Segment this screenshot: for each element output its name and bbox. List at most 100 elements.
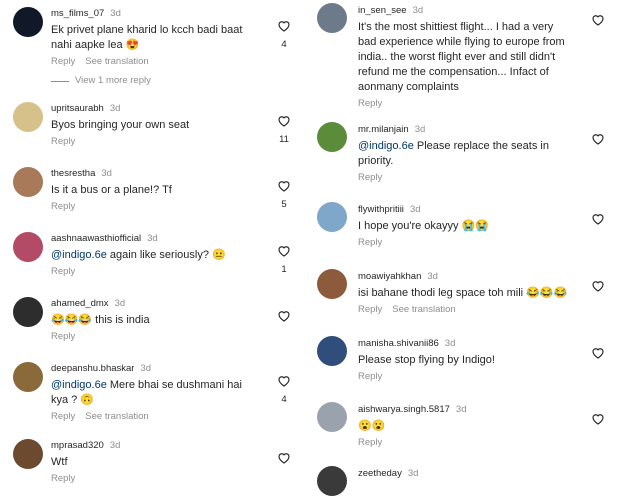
avatar[interactable]	[13, 167, 43, 197]
comment-line-text: Please replace the seats in	[416, 140, 549, 152]
avatar[interactable]	[317, 122, 347, 152]
username-text[interactable]: manisha.shivanii86	[358, 338, 439, 349]
comment-line: bad experience while flying to europe fr…	[358, 35, 588, 50]
heart-outline-icon[interactable]	[591, 132, 605, 145]
username-text[interactable]: ms_films_07	[51, 8, 104, 19]
timestamp: 3d	[409, 204, 421, 215]
comment-username[interactable]: zeetheday 3d	[358, 468, 418, 479]
username-text[interactable]: thesrestha	[51, 168, 95, 179]
username-text[interactable]: aishwarya.singh.5817	[358, 404, 450, 415]
comment-username[interactable]: manisha.shivanii86 3d	[358, 338, 455, 349]
reply-button[interactable]: Reply	[51, 136, 75, 147]
see-translation-button[interactable]: See translation	[85, 56, 148, 67]
username-text[interactable]: mprasad320	[51, 440, 104, 451]
comment-line: @indigo.6e Mere bhai se dushmani hai	[51, 378, 266, 393]
username-text[interactable]: zeetheday	[358, 468, 402, 479]
comment-username[interactable]: deepanshu.bhaskar 3d	[51, 363, 151, 374]
comment-username[interactable]: moawiyahkhan 3d	[358, 271, 438, 282]
reply-button[interactable]: Reply	[51, 473, 75, 484]
heart-outline-icon[interactable]	[277, 309, 291, 322]
comment-line-text: I hope you're okayyy 😭😭	[358, 220, 489, 232]
reply-button[interactable]: Reply	[358, 237, 382, 248]
comment-actions: Reply	[51, 201, 75, 212]
username-text[interactable]: flywithpritiii	[358, 204, 404, 215]
reply-button[interactable]: Reply	[51, 266, 75, 277]
comment-line-text: 😂😂😂 this is india	[51, 314, 150, 326]
reply-button[interactable]: Reply	[51, 201, 75, 212]
avatar[interactable]	[13, 7, 43, 37]
comment-username[interactable]: flywithpritiii 3d	[358, 204, 421, 215]
avatar[interactable]	[13, 439, 43, 469]
comment-line-text: Is it a bus or a plane!? Tf	[51, 184, 172, 196]
heart-outline-icon[interactable]	[277, 374, 291, 387]
timestamp: 3d	[109, 103, 121, 114]
comment-line: @indigo.6e again like seriously? 😐	[51, 248, 266, 263]
view-more-replies-button[interactable]: View 1 more reply	[75, 75, 151, 86]
avatar[interactable]	[13, 102, 43, 132]
timestamp: 3d	[412, 5, 424, 16]
avatar[interactable]	[317, 269, 347, 299]
comment-username[interactable]: in_sen_see 3d	[358, 5, 423, 16]
like-count: 1	[281, 264, 287, 275]
see-translation-button[interactable]: See translation	[392, 304, 455, 315]
timestamp: 3d	[109, 440, 121, 451]
comment-line-text: bad experience while flying to europe fr…	[358, 36, 565, 48]
comment-username[interactable]: mprasad320 3d	[51, 440, 120, 451]
avatar[interactable]	[13, 362, 43, 392]
comment-text: It's the most shittiest flight... I had …	[358, 20, 588, 95]
reply-button[interactable]: Reply	[358, 437, 382, 448]
timestamp: 3d	[101, 168, 112, 179]
heart-outline-icon[interactable]	[277, 179, 291, 192]
comment-actions: Reply See translation	[358, 304, 456, 315]
avatar[interactable]	[13, 297, 43, 327]
avatar[interactable]	[317, 3, 347, 33]
avatar[interactable]	[317, 466, 347, 496]
username-text[interactable]: deepanshu.bhaskar	[51, 363, 134, 374]
heart-outline-icon[interactable]	[591, 279, 605, 292]
heart-outline-icon[interactable]	[277, 114, 291, 127]
reply-button[interactable]: Reply	[358, 98, 382, 109]
username-text[interactable]: in_sen_see	[358, 5, 407, 16]
heart-outline-icon[interactable]	[591, 346, 605, 359]
username-text[interactable]: moawiyahkhan	[358, 271, 421, 282]
comment-text: Is it a bus or a plane!? Tf	[51, 183, 266, 198]
comment-line: 😮😮	[358, 419, 588, 434]
avatar[interactable]	[317, 336, 347, 366]
like-count: 4	[281, 394, 287, 405]
heart-outline-icon[interactable]	[277, 244, 291, 257]
mention-link[interactable]: @indigo.6e	[51, 249, 107, 261]
heart-outline-icon[interactable]	[277, 451, 291, 464]
comment-username[interactable]: mr.milanjain 3d	[358, 124, 425, 135]
heart-outline-icon[interactable]	[591, 212, 605, 225]
mention-link[interactable]: @indigo.6e	[358, 140, 414, 152]
username-text[interactable]: ahamed_dmx	[51, 298, 109, 309]
avatar[interactable]	[317, 202, 347, 232]
reply-button[interactable]: Reply	[358, 172, 382, 183]
username-text[interactable]: aashnaawasthiofficial	[51, 233, 141, 244]
reply-button[interactable]: Reply	[51, 56, 75, 67]
comment-username[interactable]: ms_films_07 3d	[51, 8, 121, 19]
comment-actions: Reply	[358, 371, 382, 382]
reply-button[interactable]: Reply	[51, 411, 75, 422]
heart-outline-icon[interactable]	[591, 13, 605, 26]
comment-username[interactable]: aashnaawasthiofficial 3d	[51, 233, 158, 244]
reply-button[interactable]: Reply	[358, 304, 382, 315]
comment-line-text: Ek privet plane kharid lo kcch badi baat	[51, 24, 243, 36]
avatar[interactable]	[317, 402, 347, 432]
comment-username[interactable]: aishwarya.singh.5817 3d	[358, 404, 466, 415]
username-text[interactable]: upritsaurabh	[51, 103, 104, 114]
comment-username[interactable]: upritsaurabh 3d	[51, 103, 120, 114]
comment-text: Please stop flying by Indigo!	[358, 353, 588, 368]
username-text[interactable]: mr.milanjain	[358, 124, 409, 135]
avatar[interactable]	[13, 232, 43, 262]
see-translation-button[interactable]: See translation	[85, 411, 148, 422]
comment-username[interactable]: thesrestha 3d	[51, 168, 112, 179]
heart-outline-icon[interactable]	[591, 412, 605, 425]
heart-outline-icon[interactable]	[277, 19, 291, 32]
mention-link[interactable]: @indigo.6e	[51, 379, 107, 391]
reply-button[interactable]: Reply	[51, 331, 75, 342]
reply-button[interactable]: Reply	[358, 371, 382, 382]
like-count: 11	[279, 134, 289, 145]
comment-line: isi bahane thodi leg space toh mili 😂😂😂	[358, 286, 588, 301]
comment-username[interactable]: ahamed_dmx 3d	[51, 298, 125, 309]
